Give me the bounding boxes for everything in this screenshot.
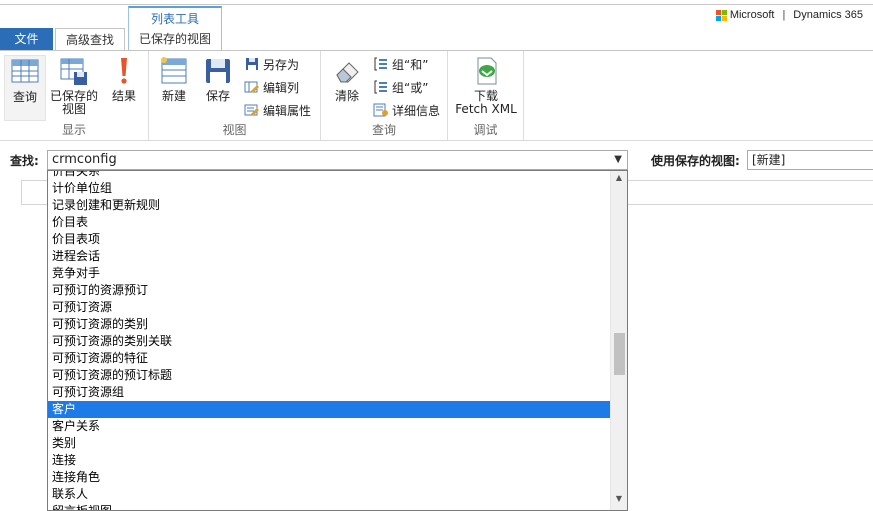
edit-properties-icon	[244, 104, 259, 116]
details-icon	[373, 103, 388, 117]
new-button[interactable]: 新建	[155, 55, 193, 103]
microsoft-logo-icon	[715, 9, 727, 21]
brand-product: Dynamics 365	[793, 9, 863, 21]
list-item[interactable]: 可预订的资源预订	[48, 282, 611, 299]
list-item[interactable]: 进程会话	[48, 248, 611, 265]
group-and-icon	[374, 57, 387, 71]
list-item[interactable]: 竞争对手	[48, 265, 611, 282]
top-bar: 文件 高级查找 列表工具 已保存的视图 Microsoft | Dynamics…	[0, 0, 873, 51]
group-or-icon	[374, 80, 387, 94]
download-xml-icon	[477, 57, 497, 85]
entity-options: 价目关系 计价单位组 记录创建和更新规则 价目表 价目表项 进程会话 竞争对手 可预订的资源预…	[48, 171, 611, 510]
group-and-label: 组“和”	[392, 57, 429, 72]
edit-properties-button[interactable]: 编辑属性	[244, 101, 311, 119]
grid-table-icon	[11, 59, 39, 83]
group-and-button[interactable]: 组“和”	[373, 55, 428, 73]
ribbon-group-debug: 下载 Fetch XML 调试	[448, 51, 524, 140]
saved-view-label: 使用保存的视图:	[651, 154, 740, 168]
list-item[interactable]: 客户关系	[48, 418, 611, 435]
query-label: 查询	[12, 90, 37, 104]
details-label: 详细信息	[392, 103, 441, 118]
saved-views-button[interactable]: 已保存的视图	[48, 55, 100, 116]
new-label: 新建	[161, 89, 186, 103]
save-label: 保存	[205, 89, 230, 103]
ribbon-group-display: 查询 已保存的视图 结果 显示	[0, 51, 149, 140]
list-item[interactable]: 类别	[48, 435, 611, 452]
scroll-up-icon[interactable]: ▲	[611, 173, 627, 187]
tab-file[interactable]: 文件	[0, 28, 53, 50]
list-item-selected[interactable]: 客户	[48, 401, 611, 418]
list-item[interactable]: 价目表	[48, 214, 611, 231]
find-label: 查找:	[10, 154, 39, 168]
list-item[interactable]: 可预订资源组	[48, 384, 611, 401]
list-item[interactable]: 可预订资源的预订标题	[48, 367, 611, 384]
group-or-label: 组“或”	[392, 80, 429, 95]
dropdown-scrollbar[interactable]: ▲ ▼	[610, 171, 627, 510]
tab-advanced-find[interactable]: 高级查找	[55, 28, 125, 51]
list-item[interactable]: 记录创建和更新规则	[48, 197, 611, 214]
list-item[interactable]: 价目关系	[48, 171, 611, 180]
list-item[interactable]: 可预订资源的类别	[48, 316, 611, 333]
download-fetch-xml-button[interactable]: 下载 Fetch XML	[454, 55, 518, 116]
clear-label: 清除	[334, 89, 359, 103]
list-item[interactable]: 连接角色	[48, 469, 611, 486]
save-button[interactable]: 保存	[199, 55, 237, 103]
new-view-icon	[161, 57, 187, 84]
saved-view-select[interactable]: [新建]	[747, 150, 873, 170]
find-row: 查找: crmconfig ▼ 使用保存的视图: [新建]	[0, 148, 873, 172]
query-button[interactable]: 查询	[4, 55, 46, 121]
ribbon-group-query: 清除 组“和” 组“或” 详细信息 查询	[321, 51, 448, 140]
entity-dropdown-list[interactable]: 价目关系 计价单位组 记录创建和更新规则 价目表 价目表项 进程会话 竞争对手 可预订的资源预…	[47, 170, 628, 511]
saved-view-select-value: [新建]	[752, 153, 786, 167]
group-label-debug: 调试	[473, 123, 498, 137]
edit-columns-icon	[244, 81, 259, 93]
entity-select-value: crmconfig	[52, 152, 117, 167]
group-label-view: 视图	[222, 123, 247, 137]
save-as-label: 另存为	[263, 57, 300, 72]
results-label: 结果	[111, 89, 136, 103]
top-divider	[0, 4, 873, 5]
edit-columns-button[interactable]: 编辑列	[244, 78, 299, 96]
fetch-xml-label: Fetch XML	[455, 102, 517, 116]
saved-views-label: 已保存的视图	[49, 89, 98, 116]
save-as-button[interactable]: 另存为	[244, 55, 299, 73]
list-item[interactable]: 可预订资源的特征	[48, 350, 611, 367]
brand: Microsoft | Dynamics 365	[715, 8, 863, 22]
clear-button[interactable]: 清除	[329, 55, 365, 103]
group-label-query: 查询	[371, 123, 396, 137]
details-button[interactable]: 详细信息	[373, 101, 440, 119]
group-or-button[interactable]: 组“或”	[373, 78, 428, 96]
results-button[interactable]: 结果	[104, 55, 144, 103]
list-item[interactable]: 可预订资源	[48, 299, 611, 316]
save-as-icon	[246, 58, 258, 70]
entity-select[interactable]: crmconfig ▼	[47, 150, 628, 170]
eraser-icon	[336, 62, 359, 83]
brand-company: Microsoft	[729, 9, 775, 21]
saved-view-icon	[60, 58, 87, 85]
chevron-down-icon[interactable]: ▼	[614, 151, 622, 169]
list-tools-title: 列表工具	[150, 12, 199, 26]
list-item[interactable]: 计价单位组	[48, 180, 611, 197]
list-item[interactable]: 联系人	[48, 486, 611, 503]
scroll-down-icon[interactable]: ▼	[611, 494, 627, 508]
scroll-thumb[interactable]	[614, 333, 625, 375]
list-item[interactable]: 可预订资源的类别关联	[48, 333, 611, 350]
edit-columns-label: 编辑列	[263, 80, 300, 95]
ribbon: 查询 已保存的视图 结果 显示 新建 保存 另存为 编辑列 编辑属性 视图 清除…	[0, 50, 873, 141]
edit-properties-label: 编辑属性	[263, 103, 312, 118]
tab-saved-views[interactable]: 已保存的视图	[129, 30, 221, 47]
list-tools-group: 列表工具 已保存的视图	[128, 6, 222, 51]
exclamation-icon	[121, 58, 127, 84]
brand-separator: |	[782, 9, 786, 21]
list-item[interactable]: 价目表项	[48, 231, 611, 248]
group-label-display: 显示	[61, 123, 86, 137]
list-item[interactable]: 留言板视图	[48, 503, 611, 510]
ribbon-group-view: 新建 保存 另存为 编辑列 编辑属性 视图	[149, 51, 321, 140]
list-item[interactable]: 连接	[48, 452, 611, 469]
floppy-disk-icon	[206, 59, 230, 83]
